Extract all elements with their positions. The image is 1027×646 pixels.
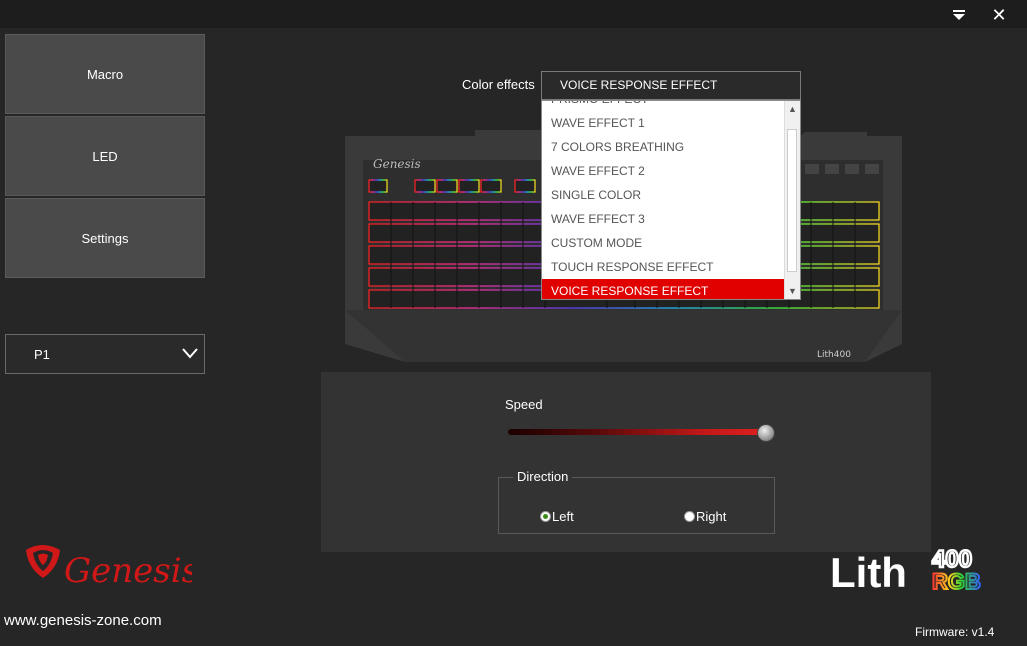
- lith400-rgb-logo: Lith 400 RGB: [830, 545, 982, 595]
- nav-led-button[interactable]: LED: [5, 116, 205, 196]
- genesis-logo: Genesis: [26, 545, 192, 591]
- svg-text:Lith400: Lith400: [817, 350, 851, 360]
- radio-checked-icon: [540, 511, 551, 522]
- speed-label: Speed: [505, 397, 543, 412]
- dropdown-option[interactable]: WAVE EFFECT 3: [542, 207, 786, 231]
- dropdown-option[interactable]: SINGLE COLOR: [542, 183, 786, 207]
- nav-label: Macro: [86, 66, 124, 82]
- dropdown-option[interactable]: TOUCH RESPONSE EFFECT: [542, 255, 786, 279]
- dropdown-option[interactable]: WAVE EFFECT 1: [542, 111, 786, 135]
- color-effects-label: Color effects: [462, 77, 535, 92]
- speed-slider-thumb[interactable]: [757, 424, 775, 442]
- profile-value: P1: [34, 346, 50, 362]
- dropdown-option[interactable]: CUSTOM MODE: [542, 231, 786, 255]
- radio-label: Right: [696, 509, 727, 524]
- website-link[interactable]: www.genesis-zone.com: [4, 612, 162, 629]
- svg-text:Lith: Lith: [830, 549, 907, 595]
- svg-text:Genesis: Genesis: [373, 157, 421, 171]
- firmware-version: Firmware: v1.4: [915, 625, 995, 639]
- nav-label: LED: [92, 148, 118, 164]
- direction-right-radio[interactable]: Right: [684, 509, 726, 524]
- nav-settings-button[interactable]: Settings: [5, 198, 205, 278]
- dropdown-option[interactable]: WAVE EFFECT 2: [542, 159, 786, 183]
- close-button[interactable]: ✕: [986, 4, 1012, 26]
- dropdown-option-selected[interactable]: VOICE RESPONSE EFFECT: [542, 279, 786, 299]
- svg-text:RGB: RGB: [932, 569, 981, 594]
- scrollbar-thumb[interactable]: [787, 129, 797, 272]
- collapse-button[interactable]: [946, 4, 972, 26]
- dropdown-option[interactable]: PRISMO EFFECT: [542, 101, 786, 111]
- collapse-icon: [953, 10, 965, 20]
- dropdown-option[interactable]: 7 COLORS BREATHING: [542, 135, 786, 159]
- title-bar: ✕: [0, 0, 1027, 28]
- direction-group: [498, 477, 775, 534]
- nav-label: Settings: [81, 230, 129, 246]
- dropdown-options: PRISMO EFFECT WAVE EFFECT 1 7 COLORS BRE…: [542, 101, 786, 299]
- color-effects-dropdown-list[interactable]: PRISMO EFFECT WAVE EFFECT 1 7 COLORS BRE…: [541, 100, 801, 300]
- speed-slider-track[interactable]: [508, 429, 766, 435]
- nav-macro-button[interactable]: Macro: [5, 34, 205, 114]
- radio-unchecked-icon: [684, 511, 695, 522]
- color-effects-select[interactable]: VOICE RESPONSE EFFECT: [541, 71, 801, 100]
- scroll-down-icon[interactable]: ▼: [785, 283, 800, 299]
- profile-select[interactable]: P1: [5, 334, 205, 374]
- direction-label: Direction: [513, 469, 573, 484]
- scroll-up-icon[interactable]: ▲: [785, 101, 800, 117]
- chevron-down-icon: [182, 348, 198, 359]
- app-window: ✕ Macro LED Settings P1 Genesis Color ef…: [0, 0, 1027, 646]
- radio-label: Left: [552, 509, 574, 524]
- direction-left-radio[interactable]: Left: [540, 509, 574, 524]
- dropdown-scrollbar[interactable]: ▲ ▼: [784, 101, 800, 299]
- svg-text:Genesis: Genesis: [64, 551, 192, 591]
